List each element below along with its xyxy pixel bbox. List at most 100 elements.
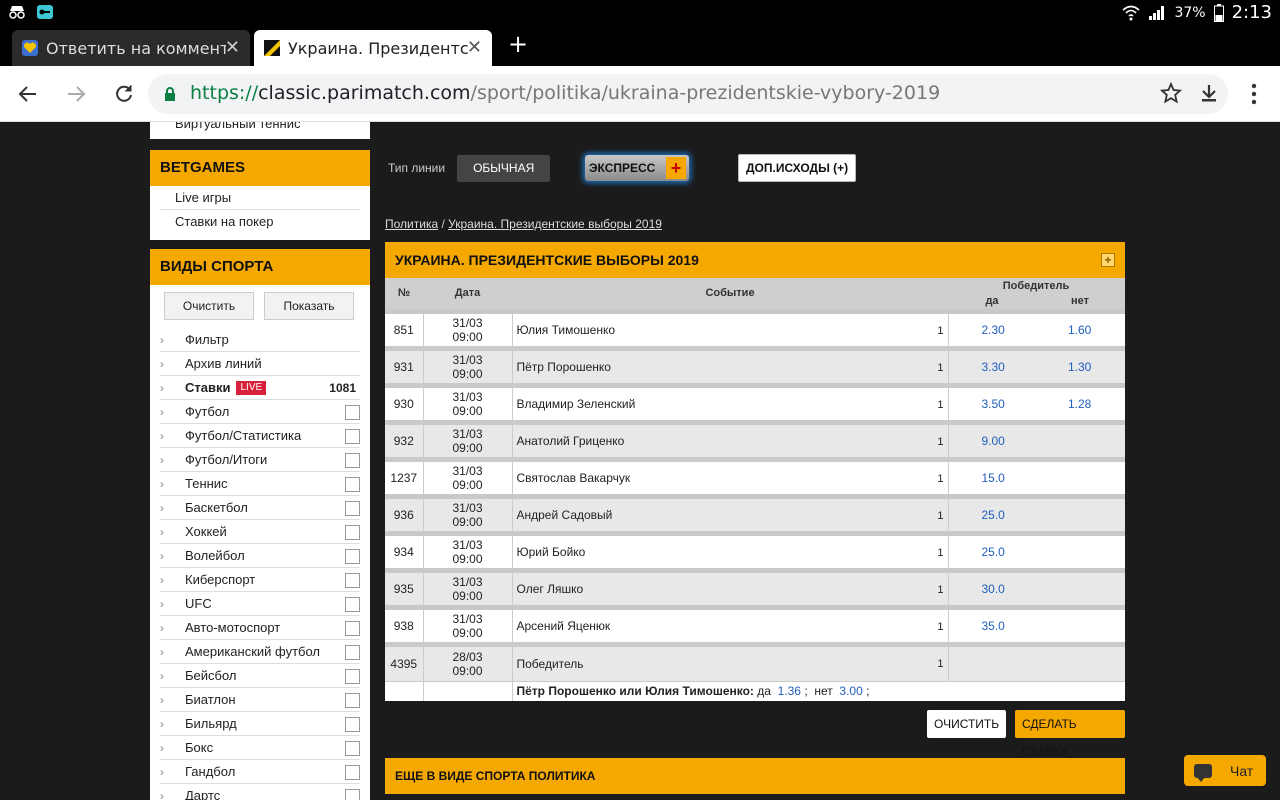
sport-checkbox[interactable] bbox=[345, 597, 360, 612]
odd-no bbox=[1036, 567, 1124, 607]
odd-yes[interactable]: 2.30 bbox=[948, 308, 1036, 348]
row-date: 31/03 09:00 bbox=[423, 604, 513, 644]
chevron-right-icon: › bbox=[160, 381, 164, 395]
sport-checkbox[interactable] bbox=[345, 573, 360, 588]
sidebar-item-sport[interactable]: › Теннис bbox=[160, 472, 360, 496]
clear-bets-button[interactable]: ОЧИСТИТЬ bbox=[927, 710, 1007, 738]
odd-no[interactable]: 1.28 bbox=[1036, 382, 1124, 422]
browser-tab-comment[interactable]: Ответить на комментарий ✕ bbox=[12, 30, 250, 66]
sidebar-item-sport[interactable]: › Бильярд bbox=[160, 712, 360, 736]
sport-checkbox[interactable] bbox=[345, 405, 360, 420]
sidebar-item-archive[interactable]: › Архив линий bbox=[160, 352, 360, 376]
row-number: 938 bbox=[385, 604, 424, 644]
sport-checkbox[interactable] bbox=[345, 549, 360, 564]
sport-checkbox[interactable] bbox=[345, 429, 360, 444]
incognito-icon bbox=[9, 6, 25, 19]
breadcrumb-event-link[interactable]: Украина. Президентские выборы 2019 bbox=[448, 217, 662, 231]
sidebar-item-bets-live[interactable]: › Ставки LIVE 1081 bbox=[160, 376, 360, 400]
download-icon[interactable] bbox=[1198, 82, 1220, 108]
sidebar-item-live-games[interactable]: Live игры bbox=[160, 186, 360, 210]
express-button[interactable]: ЭКСПРЕСС + bbox=[585, 155, 689, 181]
sidebar-item-sport[interactable]: › Киберспорт bbox=[160, 568, 360, 592]
odd-yes[interactable]: 25.0 bbox=[948, 493, 1036, 533]
tab-close-icon[interactable]: ✕ bbox=[467, 37, 482, 58]
back-icon[interactable] bbox=[14, 80, 42, 108]
sidebar-item-sport[interactable]: › Бокс bbox=[160, 736, 360, 760]
row-event: Святослав Вакарчук 1 bbox=[512, 456, 949, 496]
sport-checkbox[interactable] bbox=[345, 645, 360, 660]
bookmark-star-icon[interactable] bbox=[1159, 81, 1183, 108]
sport-checkbox[interactable] bbox=[345, 765, 360, 780]
row-date: 31/03 09:00 bbox=[423, 382, 513, 422]
col-event: Событие bbox=[512, 278, 948, 311]
sidebar-item-sport[interactable]: › Хоккей bbox=[160, 520, 360, 544]
odd-yes[interactable]: 3.50 bbox=[948, 382, 1036, 422]
more-politics-section[interactable]: ЕЩЕ В ВИДЕ СПОРТА ПОЛИТИКА bbox=[385, 758, 1125, 794]
special-odd-no[interactable]: 3.00 bbox=[839, 684, 862, 698]
row-event: Андрей Садовый 1 bbox=[512, 493, 949, 533]
chat-button[interactable]: Чат bbox=[1184, 755, 1266, 786]
address-bar[interactable]: https://classic.parimatch.com/sport/poli… bbox=[148, 74, 1228, 114]
sport-checkbox[interactable] bbox=[345, 621, 360, 636]
tab-close-icon[interactable]: ✕ bbox=[225, 37, 240, 58]
col-winner: Победитель bbox=[948, 278, 1124, 294]
sidebar-item-sport[interactable]: › Биатлон bbox=[160, 688, 360, 712]
sport-checkbox[interactable] bbox=[345, 789, 360, 800]
chevron-right-icon: › bbox=[160, 621, 164, 635]
odd-yes bbox=[948, 641, 1036, 681]
clear-filter-button[interactable]: Очистить bbox=[164, 292, 254, 320]
odd-yes[interactable]: 15.0 bbox=[948, 456, 1036, 496]
new-tab-button[interactable]: + bbox=[508, 32, 528, 56]
sport-checkbox[interactable] bbox=[345, 669, 360, 684]
sport-checkbox[interactable] bbox=[345, 717, 360, 732]
breadcrumb-politics-link[interactable]: Политика bbox=[385, 217, 438, 231]
browser-tab-parimatch[interactable]: Украина. Президентские выборы 2019 ✕ bbox=[254, 30, 492, 66]
bets-count: 1081 bbox=[329, 381, 356, 395]
sidebar-item-poker[interactable]: Ставки на покер bbox=[160, 210, 360, 234]
signal-icon bbox=[1149, 5, 1165, 20]
odd-yes[interactable]: 3.30 bbox=[948, 345, 1036, 385]
sidebar-item-sport[interactable]: › Волейбол bbox=[160, 544, 360, 568]
sidebar-item-sport[interactable]: › Гандбол bbox=[160, 760, 360, 784]
show-button[interactable]: Показать bbox=[264, 292, 354, 320]
sidebar-item-sport[interactable]: › Бейсбол bbox=[160, 664, 360, 688]
sport-checkbox[interactable] bbox=[345, 501, 360, 516]
event-block: УКРАИНА. ПРЕЗИДЕНТСКИЕ ВЫБОРЫ 2019 + № Д… bbox=[385, 242, 1125, 701]
sidebar-item-sport[interactable]: › Дартс bbox=[160, 784, 360, 800]
sidebar-item-virtual-tennis[interactable]: Виртуальный теннис bbox=[175, 122, 300, 131]
row-number: 930 bbox=[385, 382, 424, 422]
odd-yes[interactable]: 35.0 bbox=[948, 604, 1036, 644]
sidebar-item-sport[interactable]: › Футбол bbox=[160, 400, 360, 424]
sport-checkbox[interactable] bbox=[345, 741, 360, 756]
sport-checkbox[interactable] bbox=[345, 477, 360, 492]
place-bet-button[interactable]: СДЕЛАТЬ СТАВКУ bbox=[1015, 710, 1125, 759]
sport-checkbox[interactable] bbox=[345, 525, 360, 540]
sidebar-item-sport[interactable]: › UFC bbox=[160, 592, 360, 616]
odd-no[interactable]: 1.30 bbox=[1036, 345, 1124, 385]
expand-plus-icon[interactable]: + bbox=[1101, 253, 1115, 267]
sidebar-item-sport[interactable]: › Футбол/Итоги bbox=[160, 448, 360, 472]
table-row: 1237 31/03 09:00 Святослав Вакарчук 1 15.0 bbox=[385, 456, 1125, 496]
sport-checkbox[interactable] bbox=[345, 453, 360, 468]
sidebar-item-sport[interactable]: › Баскетбол bbox=[160, 496, 360, 520]
odd-yes[interactable]: 9.00 bbox=[948, 419, 1036, 459]
odd-yes[interactable]: 25.0 bbox=[948, 530, 1036, 570]
special-odd-yes[interactable]: 1.36 bbox=[778, 684, 801, 698]
odd-no[interactable]: 1.60 bbox=[1036, 308, 1124, 348]
row-event: Олег Ляшко 1 bbox=[512, 567, 949, 607]
sidebar-item-sport[interactable]: › Авто-мотоспорт bbox=[160, 616, 360, 640]
sidebar-item-filter[interactable]: › Фильтр bbox=[160, 328, 360, 352]
reload-icon[interactable] bbox=[110, 80, 138, 108]
sidebar-item-sport[interactable]: › Футбол/Статистика bbox=[160, 424, 360, 448]
battery-icon bbox=[1213, 3, 1224, 22]
chevron-right-icon: › bbox=[160, 549, 164, 563]
menu-kebab-icon[interactable] bbox=[1250, 82, 1258, 110]
extra-outcomes-button[interactable]: ДОП.ИСХОДЫ (+) bbox=[738, 154, 857, 182]
row-number: 1237 bbox=[385, 456, 424, 496]
forward-icon[interactable] bbox=[62, 80, 90, 108]
line-type-normal-button[interactable]: ОБЫЧНАЯ bbox=[457, 154, 551, 182]
sidebar-item-sport[interactable]: › Американский футбол bbox=[160, 640, 360, 664]
odd-yes[interactable]: 30.0 bbox=[948, 567, 1036, 607]
row-date: 31/03 09:00 bbox=[423, 308, 513, 348]
sport-checkbox[interactable] bbox=[345, 693, 360, 708]
